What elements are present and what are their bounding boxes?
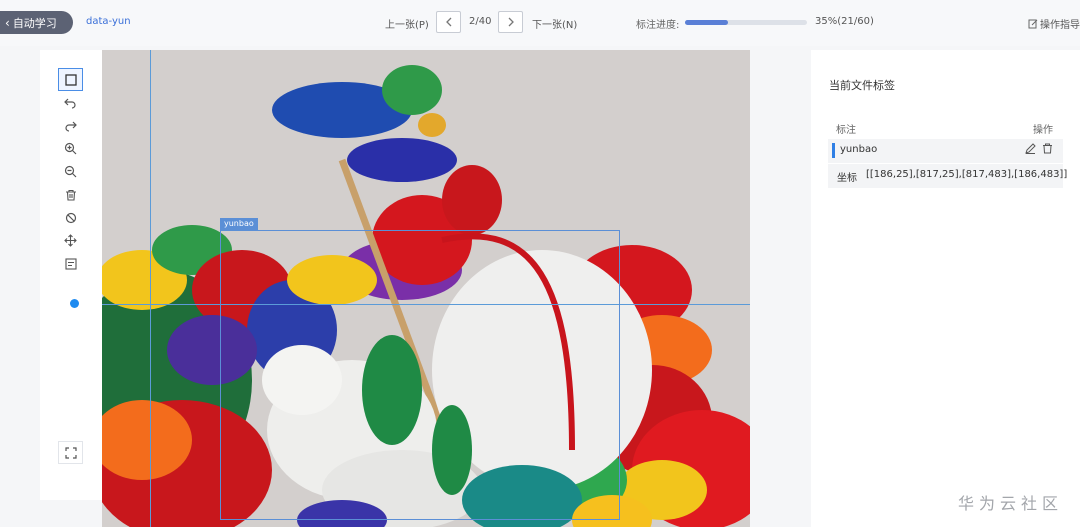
guide-link[interactable]: 操作指导 (1028, 16, 1080, 31)
progress-fill (685, 20, 728, 25)
rectangle-icon (64, 73, 77, 86)
watermark: 华为云社区 (958, 494, 1064, 513)
chevron-left-icon: ‹ (5, 15, 10, 30)
next-label: 下一张(N) (532, 20, 578, 31)
page-count: 2/40 (469, 16, 492, 27)
fit-screen-button[interactable] (58, 441, 83, 464)
bounding-box-label: yunbao (220, 218, 258, 230)
edit-note-icon (1028, 19, 1038, 28)
delete-button[interactable] (58, 183, 83, 206)
crosshair-vertical (150, 50, 151, 527)
back-button-label: 自动学习 (12, 16, 57, 30)
coordinate-row: 坐标 [[186,25],[817,25],[817,483],[186,483… (828, 164, 1067, 188)
progress-bar (685, 20, 807, 25)
col-label: 标注 (836, 125, 856, 136)
rectangle-tool[interactable] (58, 68, 83, 91)
chevron-right-icon (508, 17, 514, 27)
zoom-in-icon (64, 142, 77, 155)
move-button[interactable] (58, 229, 83, 252)
col-op: 操作 (1033, 125, 1053, 136)
status-dot (70, 299, 79, 308)
move-icon (64, 234, 77, 247)
coordinate-value: [[186,25],[817,25],[817,483],[186,483]] (866, 169, 1068, 180)
edit-icon[interactable] (1025, 143, 1036, 154)
redo-icon (65, 121, 77, 132)
zoom-in-button[interactable] (58, 137, 83, 160)
zoom-out-button[interactable] (58, 160, 83, 183)
list-button[interactable] (58, 252, 83, 275)
hide-icon (65, 212, 76, 223)
undo-icon (64, 98, 76, 109)
bounding-box[interactable] (220, 230, 620, 520)
guide-label: 操作指导 (1040, 20, 1080, 31)
prev-image-button[interactable] (436, 11, 461, 33)
list-icon (64, 257, 77, 270)
trash-icon[interactable] (1042, 143, 1053, 154)
annotation-row[interactable]: yunbao (828, 139, 1063, 163)
undo-button[interactable] (58, 91, 83, 114)
zoom-out-icon (64, 165, 77, 178)
toolbar (57, 68, 84, 275)
chevron-left-icon (445, 17, 451, 27)
coordinate-label: 坐标 (837, 173, 857, 184)
back-button[interactable]: ‹ 自动学习 (0, 11, 73, 34)
hide-button[interactable] (58, 206, 83, 229)
annotation-ops (1025, 143, 1053, 154)
trash-icon (65, 189, 76, 201)
panel-title: 当前文件标签 (829, 79, 895, 92)
fullscreen-icon (64, 446, 77, 459)
annotation-color-bar (832, 143, 835, 158)
progress-text: 35%(21/60) (815, 16, 874, 27)
redo-button[interactable] (58, 114, 83, 137)
annotation-name: yunbao (840, 144, 878, 155)
prev-label: 上一张(P) (385, 20, 429, 31)
dataset-name[interactable]: data-yun (86, 16, 131, 27)
top-bar: ‹ 自动学习 data-yun 上一张(P) 2/40 下一张(N) 标注进度:… (0, 0, 1080, 46)
progress-label: 标注进度: (636, 20, 680, 31)
next-image-button[interactable] (498, 11, 523, 33)
label-table-header: 标注 操作 (828, 118, 1063, 138)
